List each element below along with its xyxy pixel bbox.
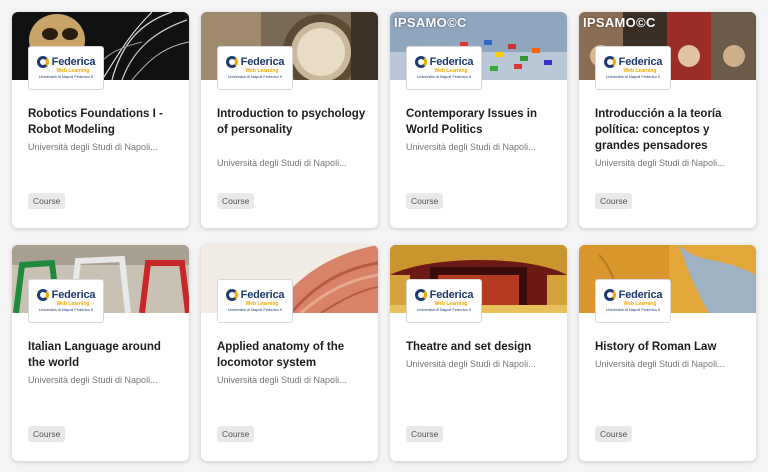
course-card-political-theory[interactable]: IPSAMO©C Federica Web Learning Universit… [579,12,756,228]
course-type-badge: Course [406,193,444,209]
federica-logo: Federica Web Learning Università di Napo… [217,46,293,90]
course-card-psychology[interactable]: Federica Web Learning Università di Napo… [201,12,378,228]
course-provider: Università degli Studi di Napoli... [595,359,725,369]
course-card-world-politics[interactable]: IPSAMO©C Federica Web Learning Universit… [390,12,567,228]
course-title: Introduction to psychology of personalit… [217,108,366,136]
course-title: Contemporary Issues in World Politics [406,108,538,136]
course-title: History of Roman Law [595,341,717,353]
course-title: Applied anatomy of the locomotor system [217,341,345,369]
course-type-badge: Course [28,193,66,209]
course-provider: Università degli Studi di Napoli... [217,375,347,385]
federica-logo: Federica Web Learning Università di Napo… [406,46,482,90]
course-grid: Federica Web Learning Università di Napo… [0,0,768,472]
course-provider: Università degli Studi di Napoli... [28,142,158,152]
course-type-badge: Course [28,426,66,442]
course-title: Introducción a la teoría política: conce… [595,108,722,152]
federica-logo: Federica Web Learning Università di Napo… [217,279,293,323]
course-type-badge: Course [217,193,255,209]
course-type-badge: Course [595,426,633,442]
federica-logo: Federica Web Learning Università di Napo… [595,46,671,90]
federica-logo: Federica Web Learning Università di Napo… [406,279,482,323]
federica-mark-icon [603,289,616,301]
federica-mark-icon [603,56,616,68]
course-type-badge: Course [595,193,633,209]
course-card-theatre[interactable]: Federica Web Learning Università di Napo… [390,245,567,461]
course-card-robotics[interactable]: Federica Web Learning Università di Napo… [12,12,189,228]
federica-logo: Federica Web Learning Università di Napo… [28,46,104,90]
course-provider: Università degli Studi di Napoli... [406,142,536,152]
course-provider: Università degli Studi di Napoli... [406,359,536,369]
course-card-anatomy[interactable]: Federica Web Learning Università di Napo… [201,245,378,461]
federica-mark-icon [414,56,427,68]
course-provider: Università degli Studi di Napoli... [217,158,347,168]
course-title: Theatre and set design [406,341,532,353]
federica-mark-icon [225,289,238,301]
federica-mark-icon [414,289,427,301]
ipsamoc-overlay-text: IPSAMO©C [394,15,467,30]
course-provider: Università degli Studi di Napoli... [595,158,725,168]
course-type-badge: Course [406,426,444,442]
federica-logo: Federica Web Learning Università di Napo… [595,279,671,323]
federica-mark-icon [36,56,49,68]
federica-logo: Federica Web Learning Università di Napo… [28,279,104,323]
course-card-roman-law[interactable]: Federica Web Learning Università di Napo… [579,245,756,461]
course-provider: Università degli Studi di Napoli... [28,375,158,385]
course-title: Italian Language around the world [28,341,161,369]
course-type-badge: Course [217,426,255,442]
course-title: Robotics Foundations I - Robot Modeling [28,108,163,136]
course-card-italian-language[interactable]: Federica Web Learning Università di Napo… [12,245,189,461]
ipsamoc-overlay-text: IPSAMO©C [583,15,656,30]
federica-mark-icon [225,56,238,68]
federica-mark-icon [36,289,49,301]
